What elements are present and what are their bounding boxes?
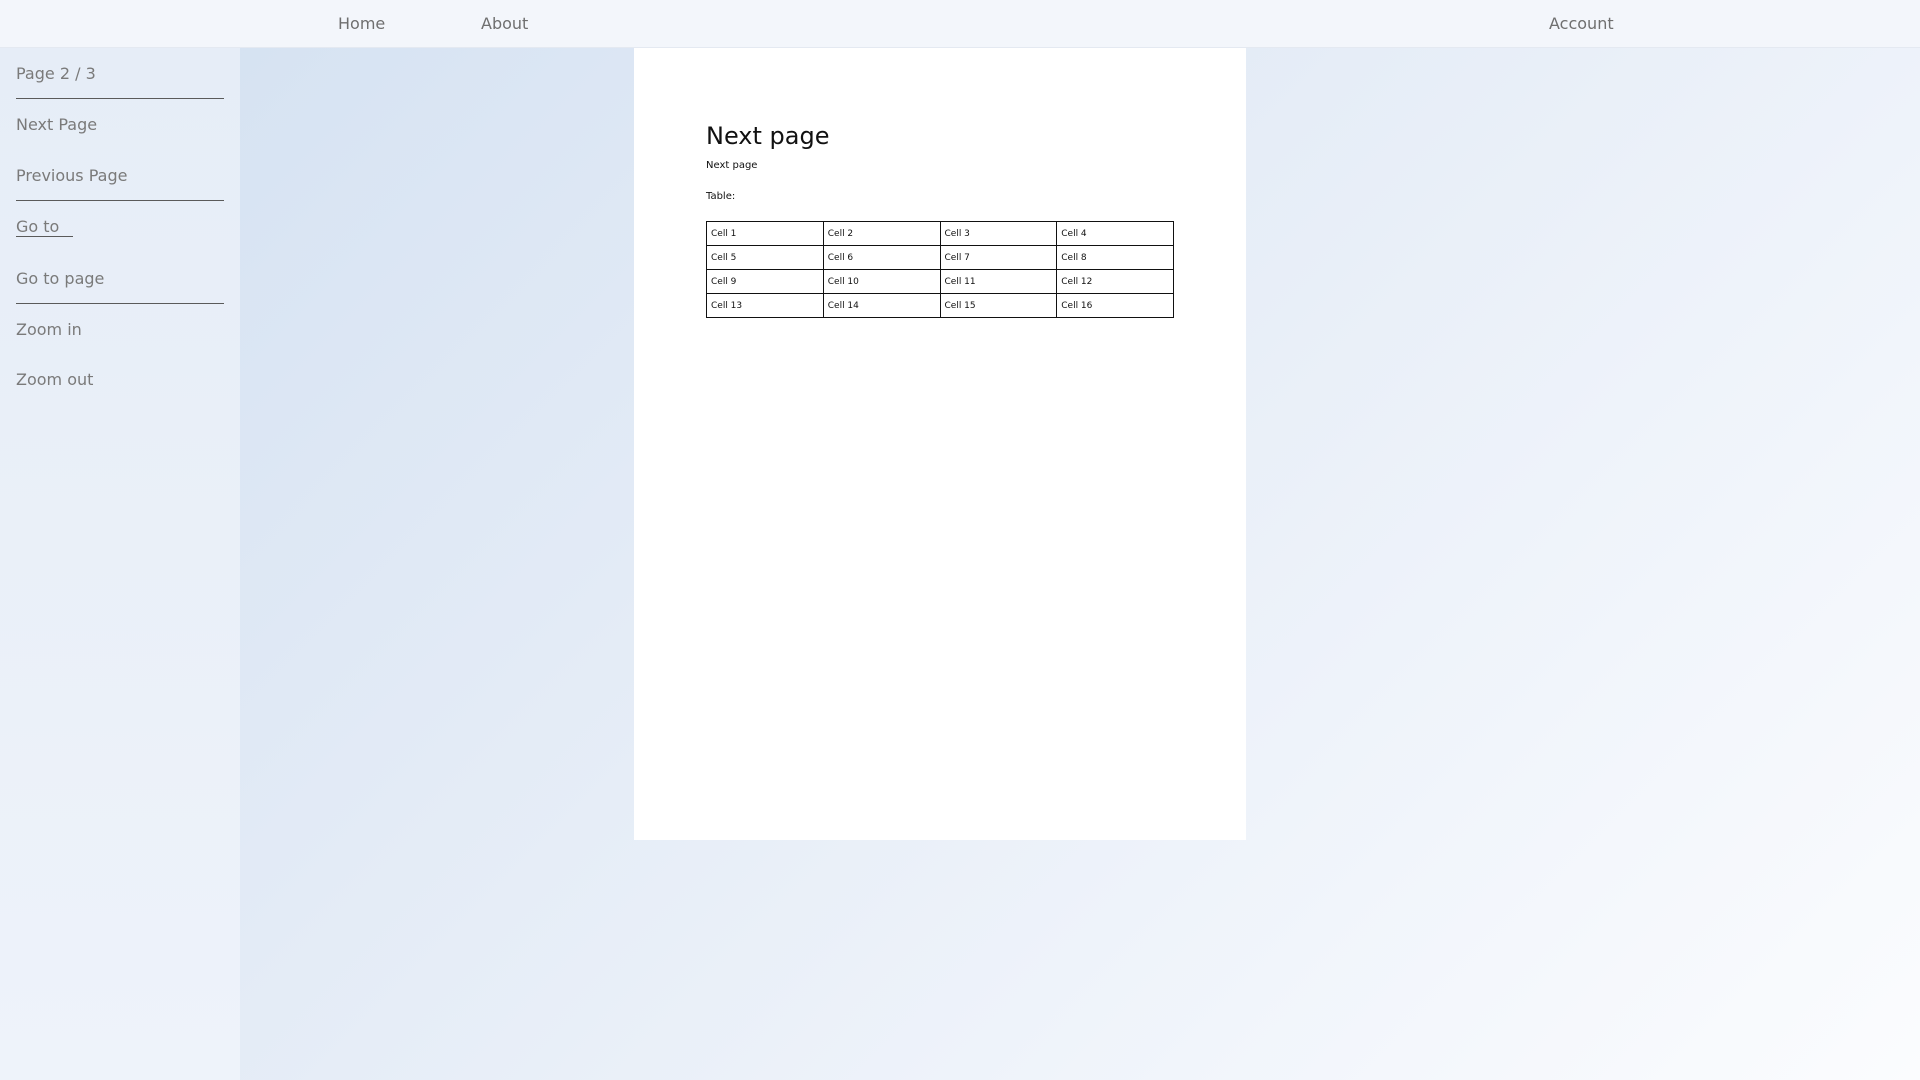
go-to-page-button[interactable]: Go to page bbox=[16, 269, 104, 288]
table-cell: Cell 9 bbox=[706, 269, 824, 294]
page-indicator: Page 2 / 3 bbox=[16, 64, 96, 83]
document-page: Next page Next page Table: Cell 1 Cell 2… bbox=[634, 48, 1246, 840]
table-row: Cell 13 Cell 14 Cell 15 Cell 16 bbox=[706, 293, 1174, 318]
table-cell: Cell 5 bbox=[706, 245, 824, 270]
table-label: Table: bbox=[706, 191, 736, 202]
viewer-sidebar: Page 2 / 3 Next Page Previous Page Go to… bbox=[0, 48, 240, 1080]
table-cell: Cell 8 bbox=[1056, 245, 1174, 270]
table-cell: Cell 13 bbox=[706, 293, 824, 318]
table-cell: Cell 15 bbox=[939, 293, 1058, 318]
table-cell: Cell 3 bbox=[939, 221, 1058, 246]
sidebar-divider bbox=[16, 200, 224, 201]
table-row: Cell 9 Cell 10 Cell 11 Cell 12 bbox=[706, 269, 1174, 294]
table-cell: Cell 16 bbox=[1056, 293, 1174, 318]
zoom-in-button[interactable]: Zoom in bbox=[16, 320, 82, 339]
table-cell: Cell 12 bbox=[1056, 269, 1174, 294]
document-title: Next page bbox=[706, 122, 830, 150]
nav-about-link[interactable]: About bbox=[481, 14, 528, 33]
table-cell: Cell 2 bbox=[822, 221, 941, 246]
table-cell: Cell 6 bbox=[822, 245, 941, 270]
nav-home-link[interactable]: Home bbox=[338, 14, 385, 33]
table-cell: Cell 14 bbox=[822, 293, 941, 318]
table-cell: Cell 4 bbox=[1056, 221, 1174, 246]
table-cell: Cell 1 bbox=[706, 221, 824, 246]
zoom-out-button[interactable]: Zoom out bbox=[16, 370, 93, 389]
go-to-input[interactable]: Go to bbox=[16, 217, 74, 237]
sidebar-divider bbox=[16, 303, 224, 304]
next-page-button[interactable]: Next Page bbox=[16, 115, 97, 134]
table-cell: Cell 7 bbox=[939, 245, 1058, 270]
table-cell: Cell 10 bbox=[822, 269, 941, 294]
table-row: Cell 5 Cell 6 Cell 7 Cell 8 bbox=[706, 245, 1174, 270]
document-table: Cell 1 Cell 2 Cell 3 Cell 4 Cell 5 Cell … bbox=[706, 221, 1174, 318]
table-row: Cell 1 Cell 2 Cell 3 Cell 4 bbox=[706, 221, 1174, 246]
previous-page-button[interactable]: Previous Page bbox=[16, 166, 127, 185]
document-subtitle: Next page bbox=[706, 160, 758, 171]
nav-account-link[interactable]: Account bbox=[1549, 14, 1614, 33]
sidebar-divider bbox=[16, 98, 224, 99]
top-navigation-bar: Home About Account bbox=[0, 0, 1920, 48]
table-cell: Cell 11 bbox=[939, 269, 1058, 294]
